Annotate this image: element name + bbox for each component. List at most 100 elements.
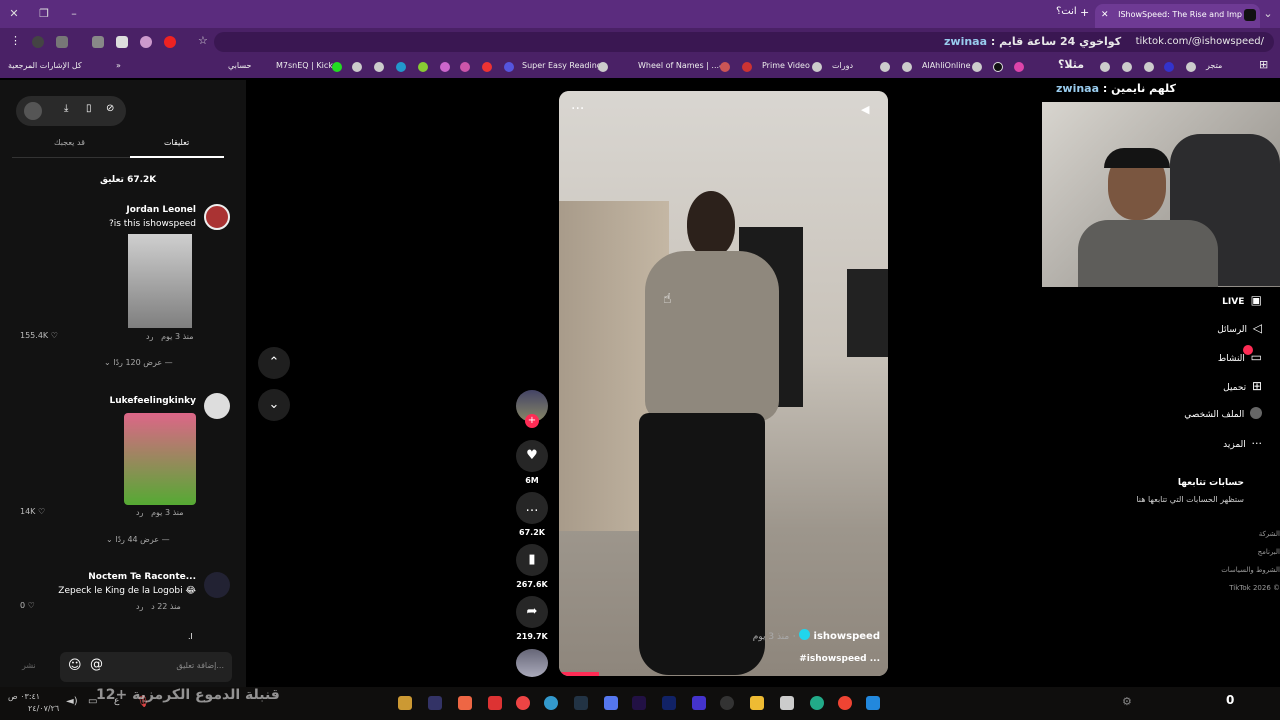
bookmark-icon[interactable] [1100, 62, 1110, 72]
taskbar-app-icon[interactable] [428, 696, 442, 710]
taskbar-app-icon[interactable] [780, 696, 794, 710]
photoshop-icon[interactable] [662, 696, 676, 710]
nav-messages[interactable]: ◁ الرسائل [1217, 318, 1262, 338]
instagram-icon[interactable] [1014, 62, 1024, 72]
avatar[interactable] [204, 393, 230, 419]
bookmark-prime-video[interactable]: Prime Video [762, 61, 810, 70]
share-button[interactable]: ➦ [516, 596, 548, 628]
bookmark-courses[interactable]: دورات [832, 61, 853, 70]
bookmark-account[interactable]: حسابي [228, 61, 251, 70]
steam-icon[interactable] [574, 696, 588, 710]
nav-profile[interactable]: الملف الشخصي [1184, 405, 1262, 425]
view-replies-button[interactable]: — عرض 120 ردًا ⌄ [104, 358, 173, 367]
post-button[interactable]: نشر [22, 661, 36, 670]
bookmark-icon[interactable] [374, 62, 384, 72]
close-tab-icon[interactable]: ✕ [1101, 4, 1109, 26]
taskbar-app-icon[interactable] [692, 696, 706, 710]
bookmark-icon[interactable] [396, 62, 406, 72]
bookmark-icon[interactable] [812, 62, 822, 72]
taskbar-app-icon[interactable] [398, 696, 412, 710]
music-disc-icon[interactable] [516, 649, 548, 677]
bookmark-icon[interactable] [460, 62, 470, 72]
edge-icon[interactable] [810, 696, 824, 710]
more-options-icon[interactable]: ··· [571, 101, 584, 117]
bookmark-icon[interactable] [742, 62, 752, 72]
tab-maybe-like[interactable]: قد يعجبك [54, 138, 85, 147]
volume-icon[interactable]: ◀ [861, 103, 869, 116]
bookmark-icon[interactable] [1144, 62, 1154, 72]
nav-activity[interactable]: ▭ النشاط [1218, 347, 1262, 367]
mention-icon[interactable]: @ [90, 657, 103, 672]
bookmark-icon[interactable] [352, 62, 362, 72]
tab-comments[interactable]: تعليقات [164, 138, 189, 147]
taskbar-app-icon[interactable] [488, 696, 502, 710]
widgets-icon[interactable]: ⚙ [1122, 695, 1132, 708]
bookmark-kick[interactable]: M7snEQ | Kick [276, 61, 333, 70]
taskbar-date[interactable]: ٢٤/٠٧/٢٦ [28, 704, 59, 713]
next-video-button[interactable]: ⌄ [258, 389, 290, 421]
extension-icon[interactable] [32, 36, 44, 48]
avatar[interactable] [204, 204, 230, 230]
nav-upload[interactable]: ⊞ تحميل [1223, 376, 1262, 396]
emoji-icon[interactable]: ☺ [68, 658, 82, 673]
discord-icon[interactable] [604, 696, 618, 710]
bookmarks-overflow-icon[interactable]: » [116, 61, 121, 70]
bookmark-icon[interactable] [1186, 62, 1196, 72]
bookmark-icon[interactable] [482, 62, 492, 72]
close-window-icon[interactable]: ✕ [4, 4, 24, 24]
url-field[interactable]: كواخوي 24 ساعة قايم : zwinaa tiktok.com/… [214, 32, 1274, 52]
extensions-puzzle-icon[interactable] [92, 36, 104, 48]
bookmark-store[interactable]: متجر [1206, 61, 1222, 70]
footer-link[interactable]: الشروط والسياسات [1221, 566, 1280, 574]
comment-sticker-image[interactable] [124, 413, 196, 505]
comment-like-count[interactable]: 0 ♡ [20, 601, 35, 610]
footer-link[interactable]: البرنامج [1258, 548, 1280, 556]
comment-author[interactable]: Jordan Leonel [126, 205, 196, 215]
save-button[interactable]: ▮ [516, 544, 548, 576]
footer-link[interactable]: الشركة [1259, 530, 1280, 538]
file-explorer-icon[interactable] [750, 696, 764, 710]
comment-input[interactable]: إضافة تعليق... ☺ @ [60, 652, 232, 682]
bookmark-super-easy-reading[interactable]: Super Easy Reading [522, 61, 602, 70]
bookmark-icon[interactable] [440, 62, 450, 72]
chrome-icon[interactable] [838, 696, 852, 710]
telegram-icon[interactable] [544, 696, 558, 710]
comment-sticker-image[interactable] [128, 234, 192, 328]
restore-window-icon[interactable]: ❐ [34, 4, 54, 24]
view-replies-button[interactable]: — عرض 44 ردًا ⌄ [106, 535, 170, 544]
download-icon[interactable]: ⤓ [64, 103, 68, 114]
tiktok-icon[interactable] [993, 62, 1003, 72]
comment-button[interactable]: … [516, 492, 548, 524]
extension-icon[interactable] [140, 36, 152, 48]
new-tab-button[interactable]: + [1080, 6, 1089, 19]
reply-button[interactable]: رد [146, 332, 153, 341]
bookmark-icon[interactable] [902, 62, 912, 72]
previous-video-button[interactable]: ⌃ [258, 347, 290, 379]
bookmark-all[interactable]: كل الإشارات المرجعية [8, 61, 82, 70]
obs-icon[interactable] [720, 696, 734, 710]
nav-more[interactable]: ··· المزيد [1223, 434, 1262, 454]
comment-like-count[interactable]: 155.4K ♡ [20, 331, 58, 340]
taskbar-app-icon[interactable] [516, 696, 530, 710]
bookmark-icon[interactable] [880, 62, 890, 72]
bookmark-icon[interactable] [598, 62, 608, 72]
bookmark-icon[interactable] [1164, 62, 1174, 72]
minimize-window-icon[interactable]: – [64, 4, 84, 24]
phone-icon[interactable]: ▯ [86, 103, 92, 114]
taskbar-clock[interactable]: ٠٣:٤١ ص [8, 692, 40, 701]
bookmark-icon[interactable] [972, 62, 982, 72]
bookmark-icon[interactable] [418, 62, 428, 72]
avatar[interactable] [204, 572, 230, 598]
video-author[interactable]: منذ 3 يوم · ishowspeed [753, 629, 880, 642]
extension-icon[interactable] [164, 36, 176, 48]
bookmark-icon[interactable] [504, 62, 514, 72]
comment-author[interactable]: Noctem Te Raconte... [88, 572, 196, 582]
brave-icon[interactable] [458, 696, 472, 710]
apps-grid-icon[interactable]: ⊞ [1259, 58, 1268, 71]
bookmark-wheel-of-names[interactable]: Wheel of Names | ...ب [638, 61, 727, 70]
menu-icon[interactable]: ⋮ [10, 34, 21, 47]
video-progress-bar[interactable] [559, 672, 599, 676]
compass-icon[interactable]: ⊘ [106, 103, 114, 114]
tab-search-icon[interactable]: ⌄ [1258, 4, 1278, 24]
browser-tab-active[interactable]: IShowSpeed: The Rise and Imp ✕ [1095, 4, 1260, 28]
